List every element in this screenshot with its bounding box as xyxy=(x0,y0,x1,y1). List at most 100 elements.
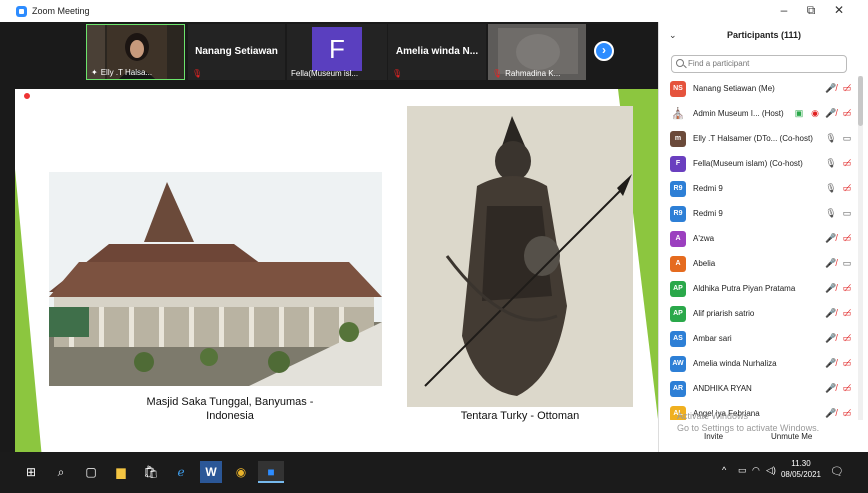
title-bar: Zoom Meeting – ⧉ ✕ xyxy=(0,0,868,22)
camera-off-icon: ▭̸ xyxy=(842,233,852,243)
word-icon[interactable]: W xyxy=(200,461,222,483)
camera-off-icon: ▭̸ xyxy=(842,283,852,293)
zoom-window: Zoom Meeting – ⧉ ✕ ✦ Elly .T Halsa... Na… xyxy=(0,0,868,493)
edge-browser-icon[interactable]: ℯ xyxy=(170,461,192,483)
participant-row[interactable]: NS Nanang Setiawan (Me) 🎤̸ ▭̸ xyxy=(659,76,859,101)
video-strip: ✦ Elly .T Halsa... Nanang Setiawan 🎙 F F… xyxy=(0,22,658,82)
camera-icon: ▭ xyxy=(842,258,852,268)
participant-name: Fella(Museum islam) (Co-host) xyxy=(693,159,803,168)
close-button[interactable]: ✕ xyxy=(831,3,847,17)
muted-mic-icon: 🎙 xyxy=(192,69,203,78)
participant-list: NS Nanang Setiawan (Me) 🎤̸ ▭̸ ⛪ Admin Mu… xyxy=(659,76,859,420)
participant-row[interactable]: AS Ambar sari 🎤̸ ▭̸ xyxy=(659,326,859,351)
mic-icon: 🎙 xyxy=(825,208,837,218)
participant-name: Admin Museum I... (Host) xyxy=(693,109,784,118)
meeting-stage: ✦ Elly .T Halsa... Nanang Setiawan 🎙 F F… xyxy=(0,22,658,469)
slide-accent-left xyxy=(15,169,43,469)
participant-row[interactable]: AP Aldhika Putra Piyan Pratama 🎤̸ ▭̸ xyxy=(659,276,859,301)
store-icon[interactable]: 🛍 xyxy=(140,461,162,483)
ottoman-warrior-drawing xyxy=(407,106,633,407)
participant-name: Alif priarish satrio xyxy=(693,309,755,318)
mosque-photo xyxy=(49,172,382,386)
mosque-illustration xyxy=(49,172,382,386)
participant-row[interactable]: F Fella(Museum islam) (Co-host) 🎙 ▭̸ xyxy=(659,151,859,176)
camera-icon: ▭ xyxy=(842,133,852,143)
muted-mic-icon: 🎤̸ xyxy=(825,83,837,93)
muted-mic-icon: 🎤̸ xyxy=(825,383,837,393)
participant-name: Amelia winda Nurhaliza xyxy=(693,359,777,368)
participant-list-scrollbar[interactable] xyxy=(858,76,863,420)
window-title: Zoom Meeting xyxy=(32,6,90,16)
taskbar-clock[interactable]: 11.30 08/05/2021 xyxy=(778,458,824,480)
muted-mic-icon: 🎤̸ xyxy=(825,308,837,318)
camera-off-icon: ▭̸ xyxy=(842,408,852,418)
tile-label: ✦ Elly .T Halsa... xyxy=(91,68,153,77)
participant-row[interactable]: A A'zwa 🎤̸ ▭̸ xyxy=(659,226,859,251)
camera-off-icon: ▭̸ xyxy=(842,108,852,118)
participant-row[interactable]: A Abelia 🎤̸ ▭ xyxy=(659,251,859,276)
warrior-illustration xyxy=(407,106,633,407)
wifi-icon[interactable]: ◠ xyxy=(752,465,760,476)
participant-row[interactable]: ⛪ Admin Museum I... (Host) ▣ ◉ 🎤̸ ▭̸ xyxy=(659,101,859,126)
task-view-icon[interactable]: ▢ xyxy=(80,461,102,483)
avatar: m xyxy=(670,130,686,147)
muted-mic-icon: 🎤̸ xyxy=(825,408,837,418)
avatar: A xyxy=(670,255,686,272)
participant-row[interactable]: R9 Redmi 9 🎙 ▭̸ xyxy=(659,176,859,201)
volume-icon[interactable]: ◁) xyxy=(766,465,776,476)
windows-start-icon[interactable]: ⊞ xyxy=(20,461,42,483)
caption-warrior: Tentara Turky - Ottoman xyxy=(460,410,580,422)
video-tile-nanang[interactable]: Nanang Setiawan 🎙 xyxy=(188,24,285,80)
host-avatar-icon: ⛪ xyxy=(670,105,686,122)
notification-icon[interactable]: 🗨 xyxy=(830,465,844,478)
muted-mic-icon: 🎤̸ xyxy=(825,333,837,343)
camera-off-icon: ▭̸ xyxy=(842,308,852,318)
muted-mic-icon: 🎙 xyxy=(392,69,403,78)
participant-row[interactable]: AW Amelia winda Nurhaliza 🎤̸ ▭̸ xyxy=(659,351,859,376)
shared-screen-slide: Masjid Saka Tunggal, Banyumas - Indonesi… xyxy=(15,89,658,469)
zoom-logo-icon xyxy=(16,5,27,17)
next-page-button[interactable]: › xyxy=(594,41,614,61)
participants-panel: ⌄ Participants (111) Find a participant … xyxy=(658,22,868,452)
search-icon xyxy=(676,59,684,67)
participant-name: Abelia xyxy=(693,259,716,268)
invite-button[interactable]: Invite xyxy=(704,432,723,441)
video-tile-rahmadina[interactable]: 🎙 Rahmadina K... xyxy=(488,24,586,80)
pin-icon: ✦ xyxy=(91,68,98,77)
mic-icon: 🎙 xyxy=(825,158,837,168)
participant-row[interactable]: AR ANDHIKA RYAN 🎤̸ ▭̸ xyxy=(659,376,859,401)
participant-search-input[interactable]: Find a participant xyxy=(671,55,847,73)
video-tile-fella[interactable]: F Fella(Museum isl... xyxy=(287,24,387,80)
battery-icon[interactable]: ▭ xyxy=(738,465,747,476)
unmute-me-button[interactable]: Unmute Me xyxy=(771,432,812,441)
camera-off-icon: ▭̸ xyxy=(842,358,852,368)
participant-row[interactable]: m Elly .T Halsamer (DTo... (Co-host) 🎙 ▭ xyxy=(659,126,859,151)
zoom-app-icon[interactable]: ■ xyxy=(258,461,284,483)
tile-label: 🎙 Rahmadina K... xyxy=(492,69,561,78)
camera-icon: ▭ xyxy=(842,208,852,218)
minimize-button[interactable]: – xyxy=(776,3,792,17)
participant-row[interactable]: AP Alif priarish satrio 🎤̸ ▭̸ xyxy=(659,301,859,326)
file-explorer-icon[interactable]: ▆ xyxy=(110,461,132,483)
video-tile-elly[interactable]: ✦ Elly .T Halsa... xyxy=(86,24,185,80)
mic-icon: 🎙 xyxy=(825,133,837,143)
tray-chevron-icon[interactable]: ^ xyxy=(722,465,726,475)
participant-row[interactable]: R9 Redmi 9 🎙 ▭ xyxy=(659,201,859,226)
participants-footer: Invite Unmute Me xyxy=(659,428,868,450)
participants-title: Participants (111) xyxy=(726,30,802,40)
video-tile-amelia[interactable]: Amelia winda N... 🎙 xyxy=(388,24,486,80)
search-icon[interactable]: ⌕ xyxy=(50,461,72,483)
camera-off-icon: ▭̸ xyxy=(842,183,852,193)
muted-mic-icon: 🎤̸ xyxy=(825,283,837,293)
maximize-button[interactable]: ⧉ xyxy=(803,3,819,18)
tile-display-name: Amelia winda N... xyxy=(395,46,479,57)
participant-name: Nanang Setiawan (Me) xyxy=(693,84,775,93)
participant-name: Elly .T Halsamer (DTo... (Co-host) xyxy=(693,134,813,143)
recording-indicator-icon xyxy=(23,92,31,100)
muted-mic-icon: 🎤̸ xyxy=(825,358,837,368)
chrome-icon[interactable]: ◉ xyxy=(230,461,252,483)
avatar: AS xyxy=(670,330,686,347)
scrollbar-thumb[interactable] xyxy=(858,76,863,126)
participant-name: Redmi 9 xyxy=(693,184,723,193)
camera-off-icon: ▭̸ xyxy=(842,333,852,343)
